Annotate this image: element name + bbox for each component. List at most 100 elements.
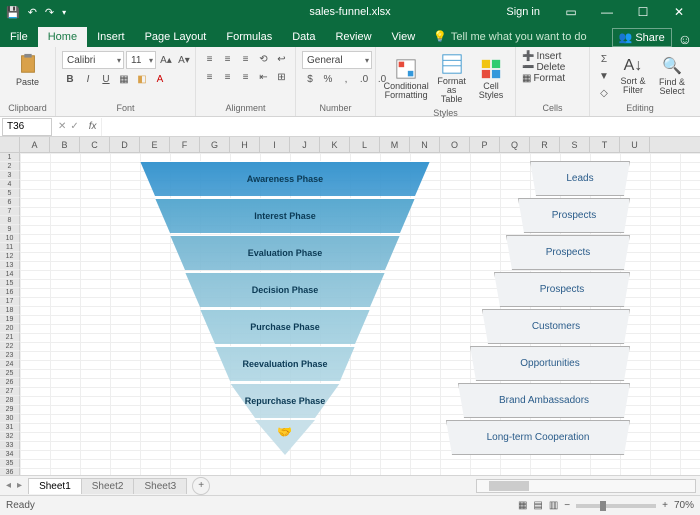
- qat-customize-icon[interactable]: ▾: [62, 8, 66, 17]
- italic-button[interactable]: I: [80, 71, 96, 87]
- column-header[interactable]: T: [590, 137, 620, 152]
- sheet-tab[interactable]: Sheet1: [28, 478, 82, 494]
- row-header[interactable]: 20: [0, 324, 20, 333]
- feedback-icon[interactable]: ☺: [678, 31, 692, 47]
- autosum-icon[interactable]: Σ: [596, 51, 612, 67]
- column-header[interactable]: H: [230, 137, 260, 152]
- select-all-corner[interactable]: [0, 137, 20, 152]
- column-header[interactable]: P: [470, 137, 500, 152]
- column-header[interactable]: J: [290, 137, 320, 152]
- tab-pagelayout[interactable]: Page Layout: [135, 27, 217, 47]
- align-bottom-icon[interactable]: ≡: [238, 51, 254, 67]
- orientation-icon[interactable]: ⟲: [256, 51, 272, 67]
- cell-styles-button[interactable]: Cell Styles: [473, 56, 509, 102]
- column-header[interactable]: E: [140, 137, 170, 152]
- format-as-table-button[interactable]: Format as Table: [433, 51, 470, 106]
- fill-color-icon[interactable]: ◧: [134, 71, 150, 87]
- merge-icon[interactable]: ⊞: [274, 69, 290, 85]
- row-header[interactable]: 26: [0, 378, 20, 387]
- row-header[interactable]: 13: [0, 261, 20, 270]
- row-header[interactable]: 12: [0, 252, 20, 261]
- column-header[interactable]: L: [350, 137, 380, 152]
- delete-cells-button[interactable]: ➖Delete: [522, 62, 565, 73]
- row-header[interactable]: 34: [0, 450, 20, 459]
- row-header[interactable]: 27: [0, 387, 20, 396]
- column-header[interactable]: M: [380, 137, 410, 152]
- wrap-text-icon[interactable]: ↩: [274, 51, 290, 67]
- column-header[interactable]: N: [410, 137, 440, 152]
- row-header[interactable]: 25: [0, 369, 20, 378]
- formula-input[interactable]: [101, 118, 700, 136]
- funnel-chart[interactable]: Awareness PhaseLeadsInterest PhaseProspe…: [140, 161, 630, 457]
- next-sheet-icon[interactable]: ▸: [17, 480, 22, 491]
- column-header[interactable]: Q: [500, 137, 530, 152]
- row-header[interactable]: 8: [0, 216, 20, 225]
- tab-view[interactable]: View: [382, 27, 426, 47]
- decrease-font-icon[interactable]: A▾: [176, 52, 192, 68]
- currency-icon[interactable]: $: [302, 71, 318, 87]
- column-header[interactable]: S: [560, 137, 590, 152]
- cancel-formula-icon[interactable]: ✕: [58, 121, 66, 132]
- normal-view-icon[interactable]: ▦: [518, 500, 527, 511]
- row-header[interactable]: 22: [0, 342, 20, 351]
- row-header[interactable]: 1: [0, 153, 20, 162]
- tab-formulas[interactable]: Formulas: [216, 27, 282, 47]
- row-header[interactable]: 35: [0, 459, 20, 468]
- align-right-icon[interactable]: ≡: [238, 69, 254, 85]
- row-header[interactable]: 30: [0, 414, 20, 423]
- column-header[interactable]: R: [530, 137, 560, 152]
- increase-font-icon[interactable]: A▴: [158, 52, 174, 68]
- zoom-out-icon[interactable]: −: [564, 500, 570, 511]
- column-header[interactable]: U: [620, 137, 650, 152]
- align-top-icon[interactable]: ≡: [202, 51, 218, 67]
- border-icon[interactable]: ▦: [116, 71, 132, 87]
- signin-link[interactable]: Sign in: [506, 6, 540, 18]
- column-header[interactable]: D: [110, 137, 140, 152]
- row-header[interactable]: 24: [0, 360, 20, 369]
- font-color-icon[interactable]: A: [152, 71, 168, 87]
- worksheet[interactable]: ABCDEFGHIJKLMNOPQRSTU 123456789101112131…: [0, 137, 700, 475]
- insert-cells-button[interactable]: ➕Insert: [522, 51, 561, 62]
- conditional-formatting-button[interactable]: Conditional Formatting: [382, 56, 430, 102]
- column-header[interactable]: F: [170, 137, 200, 152]
- ribbon-options-icon[interactable]: ▭: [554, 1, 588, 23]
- pagelayout-view-icon[interactable]: ▤: [533, 500, 542, 511]
- percent-icon[interactable]: %: [320, 71, 336, 87]
- column-header[interactable]: C: [80, 137, 110, 152]
- row-header[interactable]: 14: [0, 270, 20, 279]
- font-size-select[interactable]: 11: [126, 51, 156, 69]
- column-header[interactable]: G: [200, 137, 230, 152]
- underline-button[interactable]: U: [98, 71, 114, 87]
- comma-icon[interactable]: ,: [338, 71, 354, 87]
- fill-icon[interactable]: ▼: [596, 68, 612, 84]
- tab-home[interactable]: Home: [38, 27, 87, 47]
- row-header[interactable]: 3: [0, 171, 20, 180]
- bold-button[interactable]: B: [62, 71, 78, 87]
- tab-review[interactable]: Review: [325, 27, 381, 47]
- save-icon[interactable]: 💾: [6, 6, 20, 19]
- zoom-in-icon[interactable]: +: [662, 500, 668, 511]
- sort-filter-button[interactable]: A↓ Sort & Filter: [615, 55, 651, 97]
- row-header[interactable]: 29: [0, 405, 20, 414]
- zoom-level[interactable]: 70%: [674, 500, 694, 511]
- column-header[interactable]: K: [320, 137, 350, 152]
- row-header[interactable]: 4: [0, 180, 20, 189]
- font-name-select[interactable]: Calibri: [62, 51, 124, 69]
- format-cells-button[interactable]: ▦Format: [522, 73, 565, 84]
- redo-icon[interactable]: ↷: [45, 6, 54, 19]
- column-header[interactable]: B: [50, 137, 80, 152]
- zoom-slider[interactable]: [576, 504, 656, 508]
- find-select-button[interactable]: 🔍 Find & Select: [654, 54, 690, 98]
- number-format-select[interactable]: General: [302, 51, 372, 69]
- align-center-icon[interactable]: ≡: [220, 69, 236, 85]
- align-left-icon[interactable]: ≡: [202, 69, 218, 85]
- row-header[interactable]: 36: [0, 468, 20, 475]
- row-header[interactable]: 31: [0, 423, 20, 432]
- row-header[interactable]: 11: [0, 243, 20, 252]
- prev-sheet-icon[interactable]: ◂: [6, 480, 11, 491]
- row-header[interactable]: 6: [0, 198, 20, 207]
- row-header[interactable]: 9: [0, 225, 20, 234]
- share-button[interactable]: 👥 Share: [612, 28, 672, 47]
- name-box[interactable]: T36: [2, 118, 52, 136]
- column-header[interactable]: A: [20, 137, 50, 152]
